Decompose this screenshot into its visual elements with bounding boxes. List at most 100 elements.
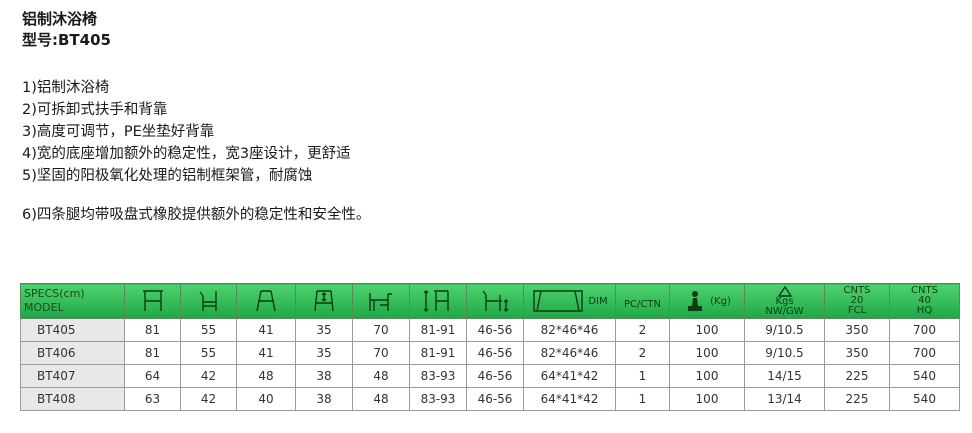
nwgw-label: NW/GW bbox=[765, 306, 804, 317]
feature-item: 1)铝制沐浴椅 bbox=[22, 80, 110, 96]
armrest-width-header bbox=[352, 283, 410, 319]
dimension-header: DIM bbox=[523, 283, 616, 319]
table-row: BT408 63 42 40 38 48 83-93 46-56 64*41*42 1 100 13/… bbox=[20, 387, 960, 411]
spec-cell: 81-91 bbox=[409, 318, 467, 342]
model-number: 型号:BT405 bbox=[22, 31, 111, 49]
feature-item: 3)高度可调节，PE坐垫好背靠 bbox=[22, 124, 215, 140]
spec-cell: 225 bbox=[824, 387, 890, 411]
spec-cell: 40 bbox=[236, 387, 296, 411]
weight-capacity-icon bbox=[688, 291, 703, 311]
spec-cell: 83-93 bbox=[409, 387, 467, 411]
spec-cell: 64*41*42 bbox=[523, 387, 616, 411]
model-cell: BT405 bbox=[20, 318, 125, 342]
spec-cell: 70 bbox=[352, 341, 410, 365]
seat-height-header bbox=[466, 283, 524, 319]
height-range-header bbox=[409, 283, 467, 319]
model-cell: BT406 bbox=[20, 341, 125, 365]
seat-width-icon bbox=[198, 291, 217, 311]
seat-depth-icon bbox=[256, 290, 276, 312]
spec-cell: 64 bbox=[124, 364, 181, 388]
spec-cell: 46-56 bbox=[466, 318, 524, 342]
height-range-icon bbox=[423, 290, 449, 312]
spec-cell: 42 bbox=[180, 364, 237, 388]
weight-capacity-header: (Kg) bbox=[669, 283, 745, 319]
feature-list: 1)铝制沐浴椅 2)可拆卸式扶手和背靠 3)高度可调节，PE坐垫好背靠 4)宽的… bbox=[22, 77, 370, 226]
model-cell: BT408 bbox=[20, 387, 125, 411]
weight-unit-label: (Kg) bbox=[710, 295, 731, 307]
feature-item: 6)四条腿均带吸盘式橡胶提供额外的稳定性和安全性。 bbox=[22, 207, 371, 223]
spec-cell: 1 bbox=[615, 387, 670, 411]
spec-cell: 63 bbox=[124, 387, 181, 411]
spec-cell: 81-91 bbox=[409, 341, 467, 365]
spec-cell: 13/14 bbox=[744, 387, 825, 411]
net-gross-weight-header: Kgs NW/GW bbox=[744, 283, 825, 319]
spec-cell: 46-56 bbox=[466, 341, 524, 365]
spec-cell: 82*46*46 bbox=[523, 318, 616, 342]
spec-cell: 9/10.5 bbox=[744, 318, 825, 342]
seat-width-header bbox=[180, 283, 237, 319]
feature-item: 2)可拆卸式扶手和背靠 bbox=[22, 102, 168, 118]
cnts20-line-3: FCL bbox=[847, 305, 867, 316]
dimension-header-group: DIM bbox=[524, 288, 615, 314]
spec-cell: 35 bbox=[295, 318, 353, 342]
spec-cell: 82*46*46 bbox=[523, 341, 616, 365]
spec-cell: 55 bbox=[180, 318, 237, 342]
spec-cell: 2 bbox=[615, 341, 670, 365]
feature-item: 5)坚固的阳极氧化处理的铝制框架管，耐腐蚀 bbox=[22, 168, 313, 184]
spec-cell: 46-56 bbox=[466, 364, 524, 388]
pcctn-header: PC/CTN bbox=[615, 283, 670, 319]
spec-cell: 9/10.5 bbox=[744, 341, 825, 365]
spec-cell: 48 bbox=[352, 364, 410, 388]
table-row: BT407 64 42 48 38 48 83-93 46-56 64*41*42 1 100 14/… bbox=[20, 364, 960, 388]
spec-cell: 48 bbox=[236, 364, 296, 388]
spec-cell: 35 bbox=[295, 341, 353, 365]
spec-cell: 100 bbox=[669, 341, 745, 365]
spec-cell: 100 bbox=[669, 387, 745, 411]
specs-model-header: SPECS(cm) MODEL bbox=[20, 283, 125, 319]
overall-height-icon bbox=[142, 290, 163, 311]
pcctn-label: PC/CTN bbox=[624, 298, 661, 310]
spec-cell: 70 bbox=[352, 318, 410, 342]
spec-cell: 46-56 bbox=[466, 387, 524, 411]
table-row: BT406 81 55 41 35 70 81-91 46-56 82*46*46 2 100 9/1… bbox=[20, 341, 960, 365]
seat-depth-header bbox=[236, 283, 296, 319]
spec-cell: 55 bbox=[180, 341, 237, 365]
specs-table: SPECS(cm) MODEL DIM PC/CTN (Kg) Kgs NW/G… bbox=[20, 283, 960, 411]
spec-cell: 38 bbox=[295, 364, 353, 388]
spec-cell: 81 bbox=[124, 318, 181, 342]
cnts40-line-3: HQ bbox=[916, 305, 933, 316]
back-height-icon bbox=[314, 290, 334, 312]
dim-label: DIM bbox=[588, 295, 608, 307]
spec-cell: 700 bbox=[889, 341, 960, 365]
spec-cell: 1 bbox=[615, 364, 670, 388]
spec-cell: 14/15 bbox=[744, 364, 825, 388]
spec-cell: 41 bbox=[236, 341, 296, 365]
specs-label: SPECS(cm) bbox=[24, 287, 85, 300]
container-40-header: CNTS 40 HQ bbox=[889, 283, 960, 319]
back-height-header bbox=[295, 283, 353, 319]
spec-cell: 100 bbox=[669, 364, 745, 388]
spec-cell: 700 bbox=[889, 318, 960, 342]
spec-cell: 350 bbox=[824, 341, 890, 365]
spec-cell: 100 bbox=[669, 318, 745, 342]
spec-cell: 64*41*42 bbox=[523, 364, 616, 388]
carton-icon bbox=[533, 290, 584, 312]
specs-header-row: SPECS(cm) MODEL DIM PC/CTN (Kg) Kgs NW/G… bbox=[20, 283, 960, 319]
seat-height-icon bbox=[482, 290, 509, 312]
product-title: 铝制沐浴椅 bbox=[22, 10, 98, 28]
spec-cell: 42 bbox=[180, 387, 237, 411]
specs-table-body: BT405 81 55 41 35 70 81-91 46-56 82*46*46 2 100 9/1… bbox=[20, 318, 960, 411]
spec-cell: 83-93 bbox=[409, 364, 467, 388]
model-cell: BT407 bbox=[20, 364, 125, 388]
spec-cell: 81 bbox=[124, 341, 181, 365]
spec-cell: 48 bbox=[352, 387, 410, 411]
spec-cell: 540 bbox=[889, 364, 960, 388]
spec-cell: 225 bbox=[824, 364, 890, 388]
spec-cell: 350 bbox=[824, 318, 890, 342]
armrest-width-icon bbox=[369, 293, 392, 311]
weight-capacity-group: (Kg) bbox=[670, 289, 744, 313]
overall-height-header bbox=[124, 283, 181, 319]
model-label: MODEL bbox=[24, 301, 64, 314]
spec-cell: 540 bbox=[889, 387, 960, 411]
spec-cell: 41 bbox=[236, 318, 296, 342]
